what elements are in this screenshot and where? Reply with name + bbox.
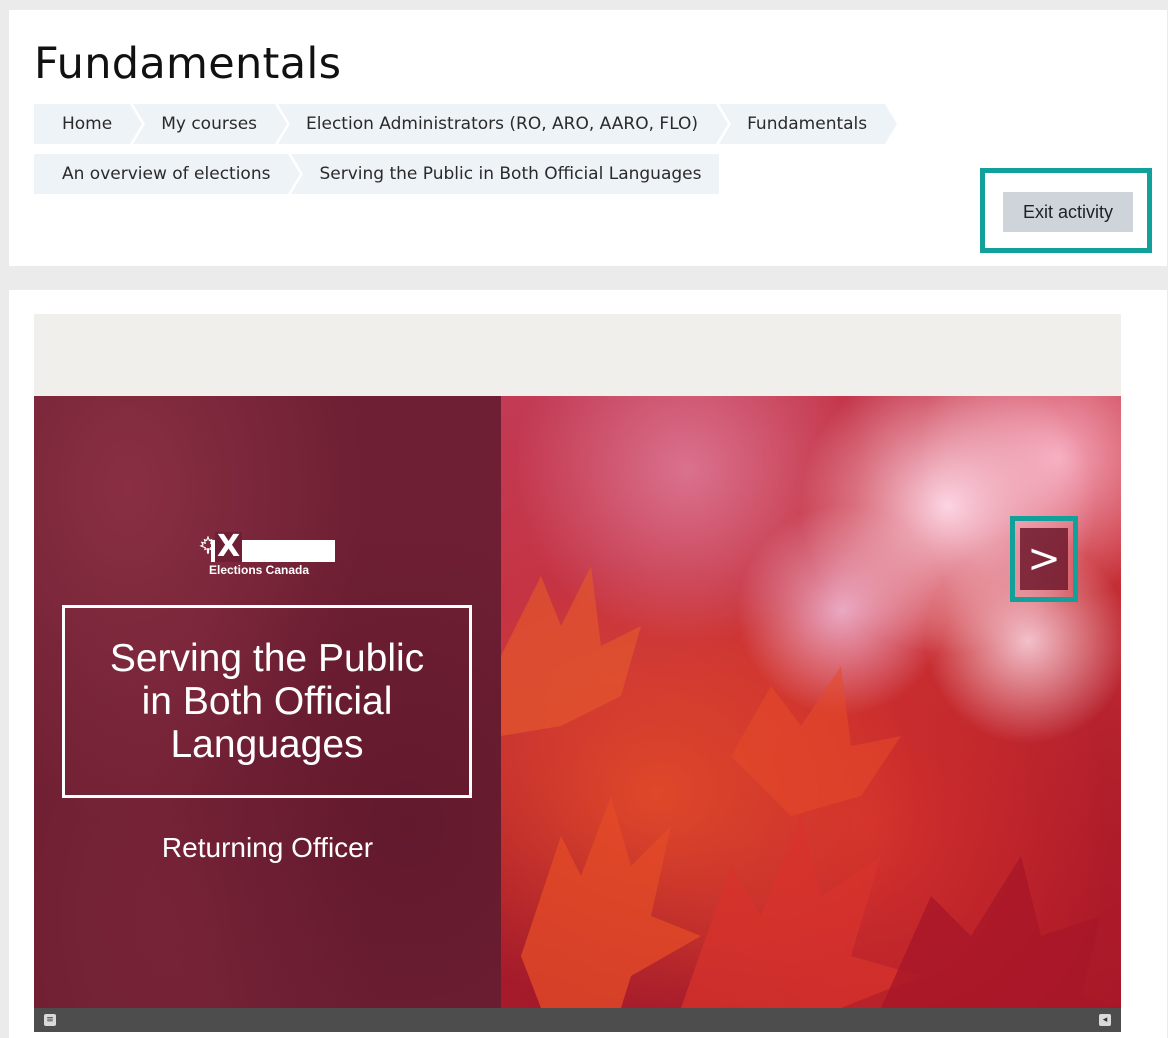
breadcrumb-item-home[interactable]: Home [34, 104, 146, 144]
volume-icon[interactable]: ◂ [1099, 1014, 1111, 1026]
slide-title-panel: X Elections Canada Serving the Public in… [34, 396, 501, 1008]
breadcrumb-item-overview-of-elections[interactable]: An overview of elections [34, 154, 304, 194]
logo-text: Elections Canada [209, 563, 310, 577]
player-top-bar [34, 314, 1121, 396]
slide-subtitle: Returning Officer [161, 832, 374, 863]
slide-title: Serving the Public in Both Official Lang… [109, 637, 425, 766]
player-controls-bar: ≡ ◂ [34, 1008, 1121, 1032]
slide-title-box: Serving the Public in Both Official Lang… [62, 605, 472, 798]
breadcrumb-continued: An overview of elections Serving the Pub… [34, 154, 722, 194]
elections-canada-logo: X Elections Canada [199, 529, 339, 580]
chevron-right-icon: > [1027, 536, 1061, 582]
maple-leaves-photo [501, 396, 1121, 1008]
leaves-illustration [501, 566, 1121, 1008]
logo-x-mark: X [215, 529, 243, 564]
breadcrumb-item-my-courses[interactable]: My courses [133, 104, 290, 144]
menu-icon[interactable]: ≡ [44, 1014, 56, 1026]
breadcrumb-item-serving-the-public[interactable]: Serving the Public in Both Official Lang… [291, 154, 720, 194]
next-slide-button[interactable]: > [1020, 528, 1068, 590]
breadcrumb-item-election-administrators[interactable]: Election Administrators (RO, ARO, AARO, … [278, 104, 732, 144]
slide: X Elections Canada Serving the Public in… [34, 396, 1121, 1008]
breadcrumb-item-fundamentals[interactable]: Fundamentals [719, 104, 901, 144]
breadcrumb: Home My courses Election Administrators … [34, 104, 901, 144]
exit-activity-button[interactable]: Exit activity [1003, 192, 1133, 232]
page-title: Fundamentals [34, 39, 342, 89]
maple-leaf-shapes [501, 566, 1121, 1008]
